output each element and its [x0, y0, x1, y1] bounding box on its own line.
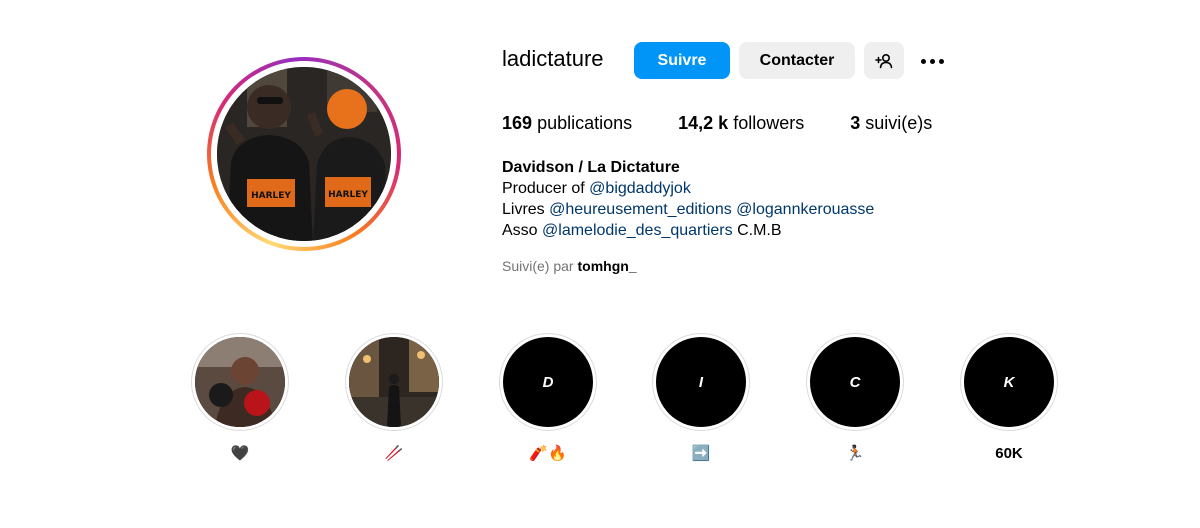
stat-followers[interactable]: 14,2 k followers [678, 113, 804, 134]
svg-text:HARLEY: HARLEY [328, 190, 368, 200]
bio-display-name: Davidson / La Dictature [502, 159, 680, 176]
story-highlight[interactable]: D 🧨🔥 [498, 333, 598, 463]
bio-line: Livres @heureusement_editions @logannker… [502, 201, 875, 218]
boxing-photo [195, 337, 285, 427]
highlight-label: ➡️ [691, 445, 711, 462]
highlight-label: 60K [995, 444, 1023, 462]
profile-page: HARLEY HARLEY ladictature Suivre Contact… [0, 0, 1200, 528]
mention-link[interactable]: @logannkerouasse [736, 201, 874, 218]
stat-publications: 169 publications [502, 113, 633, 133]
story-highlight[interactable]: I ➡️ [651, 333, 751, 463]
add-person-icon [875, 53, 893, 68]
highlight-label: 🏃🏿 [845, 445, 865, 462]
highlight-cover [195, 337, 285, 427]
highlight-cover: K [964, 337, 1054, 427]
highlight-label: 🥢 [384, 445, 404, 462]
mention-link[interactable]: @bigdaddyjok [589, 180, 691, 197]
profile-username: ladictature [502, 46, 604, 71]
more-dots-icon [920, 58, 926, 64]
profile-stats: 169 publications 14,2 k followers 3 suiv… [502, 113, 978, 134]
profile-avatar[interactable]: HARLEY HARLEY [207, 57, 401, 251]
bio-line: Asso @lamelodie_des_quartiers C.M.B [502, 222, 782, 239]
followed-by-user: tomhgn_ [577, 258, 637, 274]
highlight-cover: I [656, 337, 746, 427]
highlight-cover [349, 337, 439, 427]
suggested-users-button[interactable] [864, 42, 904, 79]
svg-text:HARLEY: HARLEY [251, 191, 291, 201]
options-button[interactable] [913, 46, 951, 76]
followed-by[interactable]: Suivi(e) par tomhgn_ [502, 258, 637, 274]
follow-button[interactable]: Suivre [634, 42, 730, 79]
avatar-photo: HARLEY HARLEY [217, 67, 391, 241]
mention-link[interactable]: @heureusement_editions [549, 201, 732, 218]
highlight-cover: D [503, 337, 593, 427]
contact-button[interactable]: Contacter [739, 42, 855, 79]
story-highlight[interactable]: 🥢 [344, 333, 444, 463]
stat-following[interactable]: 3 suivi(e)s [850, 113, 932, 134]
bio-line: Producer of @bigdaddyjok [502, 180, 691, 197]
story-highlight[interactable]: K 60K [959, 333, 1059, 463]
story-highlight[interactable]: C 🏃🏿 [805, 333, 905, 463]
avatar-illustration: HARLEY HARLEY [217, 67, 391, 241]
mention-link[interactable]: @lamelodie_des_quartiers [542, 222, 733, 239]
highlight-label: 🖤 [230, 445, 250, 462]
highlight-label: 🧨🔥 [529, 445, 567, 462]
profile-bio: Davidson / La Dictature Producer of @big… [502, 157, 874, 241]
street-photo [349, 337, 439, 427]
story-highlight[interactable]: 🖤 [190, 333, 290, 463]
highlight-cover: C [810, 337, 900, 427]
